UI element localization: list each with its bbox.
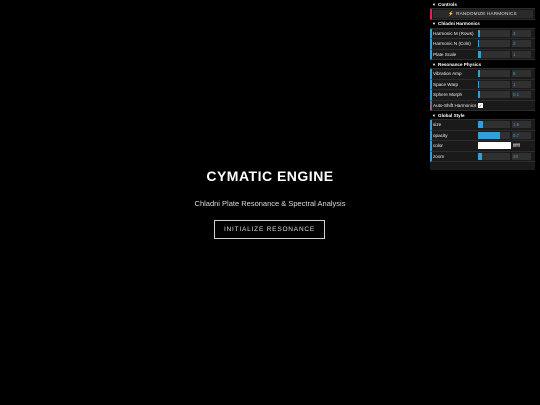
harmonic-n-label: Harmonic N (Cols): [433, 41, 471, 47]
zoom-input[interactable]: 28: [512, 152, 531, 160]
color-row: color ffffff: [430, 141, 535, 152]
space-warp-input[interactable]: 1: [512, 80, 531, 88]
sphere-morph-input[interactable]: 0.1: [512, 91, 531, 99]
harmonic-n-input[interactable]: 2: [512, 40, 531, 48]
harmonic-n-slider[interactable]: [478, 40, 510, 48]
chevron-down-icon: ▼: [432, 61, 436, 67]
space-warp-slider[interactable]: [478, 80, 510, 88]
vibration-amp-label: Vibration Amp: [433, 71, 462, 77]
chevron-down-icon: ▼: [432, 112, 436, 118]
color-swatch[interactable]: [478, 142, 511, 150]
randomize-label: RANDOMIZE HARMONICS: [456, 11, 517, 17]
folder-style-label: Global Style: [438, 112, 465, 118]
auto-shift-checkbox[interactable]: ✓: [478, 102, 483, 108]
harmonic-m-slider[interactable]: [478, 29, 510, 37]
opacity-row: opacity 0.7: [430, 130, 535, 141]
folder-physics-label: Resonance Physics: [438, 61, 482, 67]
app-title: CYMATIC ENGINE: [206, 168, 334, 184]
chevron-down-icon: ▼: [432, 21, 436, 26]
folder-controls[interactable]: ▼ Controls: [430, 0, 535, 9]
sphere-morph-label: Sphere Morph: [433, 92, 463, 98]
space-warp-row: Space Warp 1: [430, 79, 535, 90]
randomize-row: ⚡ RANDOMIZE HARMONICS: [430, 9, 535, 20]
sphere-morph-slider[interactable]: [478, 91, 510, 99]
size-input[interactable]: 1.6: [512, 121, 531, 129]
color-value[interactable]: ffffff: [513, 143, 520, 148]
zoom-row: zoom 28: [430, 151, 535, 162]
space-warp-label: Space Warp: [433, 81, 459, 87]
opacity-label: opacity: [433, 132, 448, 138]
app-subtitle: Chladni Plate Resonance & Spectral Analy…: [194, 199, 346, 208]
auto-shift-row: Auto-Shift Harmonics ✓: [430, 100, 535, 111]
plate-scale-label: Plate Scale: [433, 51, 457, 57]
harmonic-m-row: Harmonic M (Rows) 3: [430, 28, 535, 39]
folder-controls-label: Controls: [438, 1, 457, 7]
plate-scale-row: Plate Scale 1: [430, 49, 535, 60]
initialize-resonance-button[interactable]: INITIALIZE RESONANCE: [214, 220, 325, 239]
size-label: size: [433, 122, 442, 128]
control-panel: ▼ Controls ⚡ RANDOMIZE HARMONICS ▼ Chlad…: [430, 0, 535, 170]
auto-shift-label: Auto-Shift Harmonics: [433, 102, 477, 108]
folder-physics[interactable]: ▼ Resonance Physics: [430, 60, 535, 69]
harmonic-n-row: Harmonic N (Cols) 2: [430, 39, 535, 50]
zoom-slider[interactable]: [478, 152, 510, 160]
plate-scale-input[interactable]: 1: [512, 50, 531, 58]
opacity-input[interactable]: 0.7: [512, 131, 531, 139]
harmonic-m-label: Harmonic M (Rows): [433, 30, 474, 36]
folder-style[interactable]: ▼ Global Style: [430, 111, 535, 120]
size-slider[interactable]: [478, 121, 510, 129]
randomize-harmonics-button[interactable]: ⚡ RANDOMIZE HARMONICS: [432, 9, 533, 18]
vibration-amp-slider[interactable]: [478, 70, 510, 78]
harmonic-m-input[interactable]: 3: [512, 29, 531, 37]
vibration-amp-input[interactable]: 6: [512, 70, 531, 78]
chevron-down-icon: ▼: [432, 1, 436, 7]
sphere-morph-row: Sphere Morph 0.1: [430, 90, 535, 101]
folder-chladni[interactable]: ▼ Chladni Harmonics: [430, 19, 535, 29]
vibration-amp-row: Vibration Amp 6: [430, 69, 535, 80]
folder-chladni-label: Chladni Harmonics: [438, 21, 480, 26]
lightning-icon: ⚡: [448, 10, 455, 16]
plate-scale-slider[interactable]: [478, 50, 510, 58]
opacity-slider[interactable]: [478, 131, 510, 139]
size-row: size 1.6: [430, 120, 535, 131]
color-label: color: [433, 143, 443, 149]
zoom-label: zoom: [433, 153, 445, 159]
